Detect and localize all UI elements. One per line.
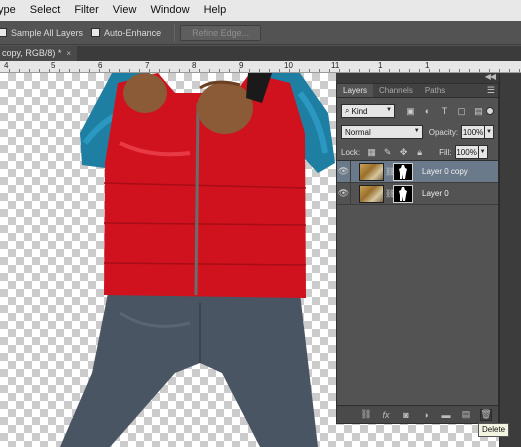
panel-menu-icon[interactable]: ☰ (487, 85, 495, 96)
ruler-label: 8 (192, 61, 197, 70)
blend-row: Normal ▼ Opacity: 100% ▼ (337, 122, 498, 142)
panel-collapse-bar[interactable]: ◀◀ (336, 72, 499, 83)
shape-filter-icon[interactable]: ▢ (456, 106, 467, 117)
menu-bar: ype Select Filter View Window Help (0, 0, 521, 21)
layer-mask-thumbnail[interactable] (393, 162, 413, 181)
ruler-label: 10 (284, 61, 293, 70)
sample-all-layers-label: Sample All Layers (11, 27, 84, 38)
layers-panel: Layers Channels Paths ☰ ⌕ Kind ▼ ▣ ◐ T ▢… (336, 83, 499, 424)
layer-list: 👁︎ ⛓︎ Layer 0 copy 👁︎ ⛓︎ Layer 0 (337, 160, 498, 400)
lock-all-icon[interactable]: 🔒︎ (414, 147, 425, 158)
hand-left (123, 73, 167, 113)
type-filter-icon[interactable]: T (439, 106, 450, 117)
ruler-label: 7 (145, 61, 150, 70)
menu-select[interactable]: Select (23, 0, 68, 21)
auto-enhance-label: Auto-Enhance (104, 27, 162, 38)
horizontal-ruler[interactable]: 4 5 6 7 8 9 10 11 1 1 (0, 61, 521, 73)
link-icon[interactable]: ⛓︎ (385, 189, 395, 198)
panel-dock-strip (499, 73, 521, 447)
options-divider (174, 23, 176, 42)
opacity-label: Opacity: (428, 127, 459, 137)
smart-object-filter-icon[interactable]: ▤ (473, 106, 484, 117)
tab-paths[interactable]: Paths (419, 84, 451, 97)
lock-label: Lock: (341, 147, 361, 157)
ruler-label: 5 (51, 61, 56, 70)
link-layers-icon[interactable]: ⛓︎ (360, 409, 372, 421)
blend-mode-select[interactable]: Normal ▼ (341, 125, 423, 139)
layers-panel-footer: ⛓︎ fx ◙ ◑ ▬ ▤ 🗑︎ (337, 405, 498, 423)
opacity-dropdown-icon[interactable]: ▼ (485, 125, 494, 139)
ruler-label: 11 (331, 61, 340, 70)
sample-all-layers-option[interactable]: Sample All Layers (0, 28, 83, 38)
adjustment-filter-icon[interactable]: ◐ (422, 106, 433, 117)
pixel-filter-icon[interactable]: ▣ (405, 106, 416, 117)
sample-all-layers-checkbox[interactable] (0, 28, 7, 37)
chevron-down-icon: ▼ (386, 107, 392, 113)
add-mask-icon[interactable]: ◙ (400, 409, 412, 421)
menu-window[interactable]: Window (143, 0, 196, 21)
link-icon[interactable]: ⛓︎ (385, 167, 395, 176)
ruler-label: 6 (98, 61, 103, 70)
layer-mask-thumbnail[interactable] (393, 184, 413, 203)
eye-icon[interactable]: 👁︎ (337, 182, 351, 205)
layer-thumbnail (359, 162, 384, 181)
fill-label: Fill: (439, 147, 452, 157)
new-layer-icon[interactable]: ▤ (460, 409, 472, 421)
lock-position-icon[interactable]: ✥ (398, 147, 409, 158)
ruler-label: 4 (4, 61, 9, 70)
hand-right (197, 82, 253, 134)
menu-type[interactable]: ype (0, 0, 23, 21)
menu-view[interactable]: View (106, 0, 144, 21)
opacity-field[interactable]: 100% (461, 125, 486, 139)
layer-row[interactable]: 👁︎ ⛓︎ Layer 0 copy (337, 160, 498, 183)
blend-mode-value: Normal (345, 127, 371, 137)
ruler-label: 1 (378, 61, 383, 70)
menu-help[interactable]: Help (197, 0, 234, 21)
fill-field[interactable]: 100% (454, 145, 479, 159)
auto-enhance-checkbox[interactable] (91, 28, 101, 37)
trash-icon[interactable]: 🗑︎ (480, 408, 492, 421)
tab-channels[interactable]: Channels (373, 84, 419, 97)
kind-filter-label: Kind (351, 106, 368, 116)
search-icon: ⌕ (345, 106, 350, 115)
auto-enhance-option[interactable]: Auto-Enhance (91, 28, 161, 38)
chevron-down-icon: ▼ (413, 128, 420, 134)
lock-row: Lock: ▦ ✎ ✥ 🔒︎ Fill: 100% ▼ (337, 142, 498, 162)
ruler-label: 9 (239, 61, 244, 70)
close-icon[interactable]: × (66, 46, 71, 61)
menu-filter[interactable]: Filter (67, 0, 105, 21)
jeans (60, 293, 318, 447)
document-tab-title: copy, RGB/8) * (2, 48, 62, 58)
delete-tooltip: Delete (478, 423, 510, 437)
adjustment-layer-icon[interactable]: ◑ (420, 409, 432, 421)
tab-layers[interactable]: Layers (337, 84, 374, 97)
layer-thumbnail (359, 184, 384, 203)
panel-tabs: Layers Channels Paths ☰ (337, 84, 498, 98)
new-group-icon[interactable]: ▬ (440, 409, 452, 421)
layer-name[interactable]: Layer 0 copy (422, 167, 468, 176)
layer-row[interactable]: 👁︎ ⛓︎ Layer 0 (337, 182, 498, 205)
ruler-label: 1 (425, 61, 430, 70)
lock-transparency-icon[interactable]: ▦ (366, 147, 377, 158)
kind-filter-select[interactable]: ⌕ Kind ▼ (341, 104, 395, 118)
fill-dropdown-icon[interactable]: ▼ (478, 145, 488, 159)
collapse-icon[interactable]: ◀◀ (485, 72, 496, 81)
document-tab-bar: copy, RGB/8) * × (0, 46, 521, 61)
refine-edge-button[interactable]: Refine Edge... (180, 24, 262, 41)
fx-icon[interactable]: fx (380, 409, 392, 421)
eye-icon[interactable]: 👁︎ (337, 160, 351, 183)
layer-filter-row: ⌕ Kind ▼ ▣ ◐ T ▢ ▤ (337, 101, 498, 121)
layer-name[interactable]: Layer 0 (422, 189, 449, 198)
filter-toggle-icon[interactable] (486, 107, 494, 115)
document-tab[interactable]: copy, RGB/8) * × (0, 46, 78, 61)
options-bar: Sample All Layers Auto-Enhance Refine Ed… (0, 21, 521, 45)
lock-image-icon[interactable]: ✎ (382, 147, 393, 158)
